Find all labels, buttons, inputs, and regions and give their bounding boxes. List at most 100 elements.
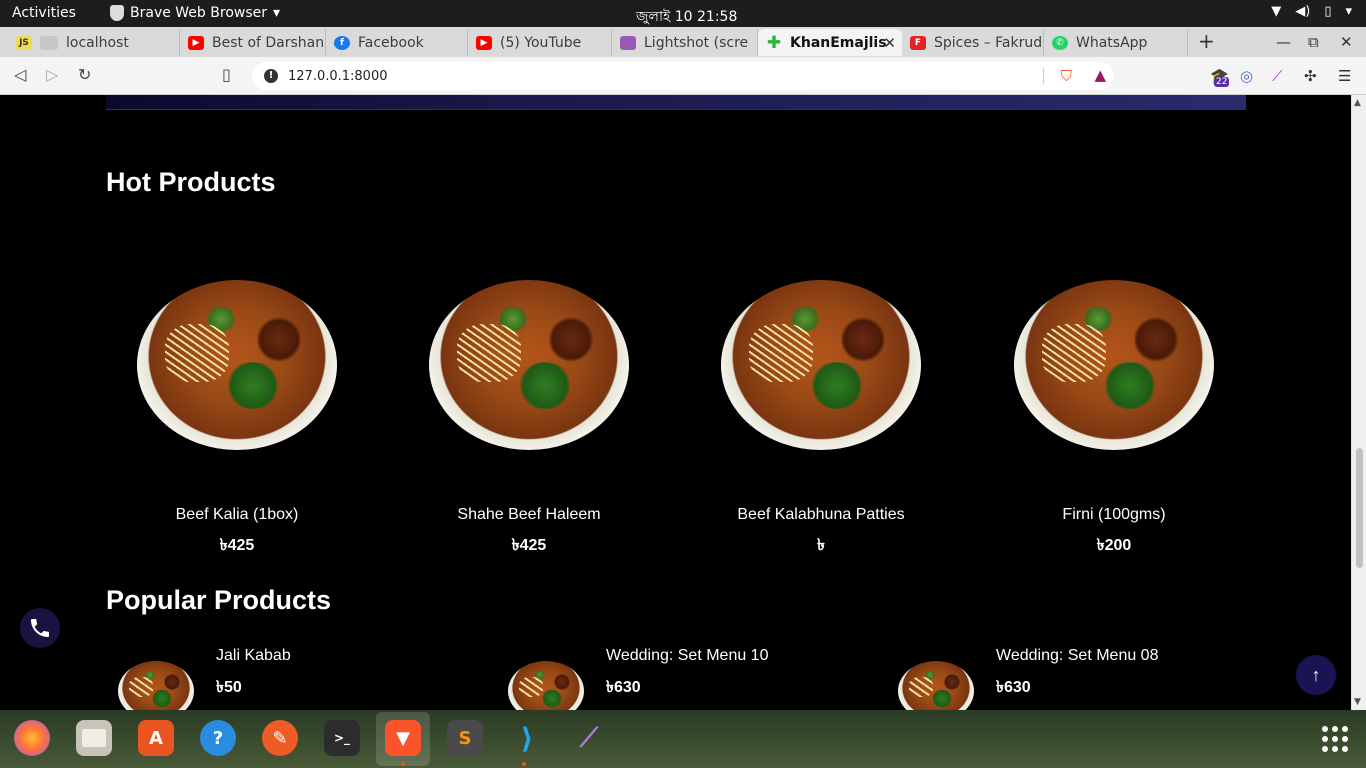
forward-icon[interactable]: ▷ xyxy=(46,65,58,84)
tab-label: localhost xyxy=(66,34,129,51)
youtube-icon: ▶ xyxy=(188,35,204,50)
pen-icon[interactable]: ⟋ xyxy=(1272,67,1283,85)
site-info-icon[interactable]: ! xyxy=(264,69,278,83)
running-indicator xyxy=(401,762,405,766)
tab-spices[interactable]: F Spices – Fakrud xyxy=(902,29,1044,56)
tab-strip: JS localhost ▶ Best of Darshan f Faceboo… xyxy=(0,27,1366,57)
back-to-top-button[interactable]: ↑ xyxy=(1296,655,1336,695)
tab-facebook[interactable]: f Facebook xyxy=(326,29,468,56)
product-name[interactable]: Wedding: Set Menu 10 xyxy=(606,647,768,665)
tab-label: WhatsApp xyxy=(1076,34,1148,51)
url-text[interactable]: 127.0.0.1:8000 xyxy=(288,69,388,84)
product-image[interactable] xyxy=(1014,280,1214,450)
product-name[interactable]: Firni (100gms) xyxy=(983,506,1245,524)
help-icon[interactable]: ? xyxy=(200,720,236,756)
product-price: ৳ xyxy=(817,537,825,554)
rewards-badge: 22 xyxy=(1214,77,1230,87)
volume-icon: ◀) xyxy=(1295,4,1311,19)
software-icon[interactable]: A xyxy=(138,720,174,756)
brave-shields-icon[interactable]: ⛉ xyxy=(1061,67,1072,85)
fakruddin-icon: F xyxy=(910,35,926,50)
brave-lion-icon xyxy=(110,5,124,21)
back-icon[interactable]: ◁ xyxy=(14,65,26,84)
product-card[interactable]: Beef Kalia (1box) ৳425 xyxy=(106,280,368,559)
firefox-icon[interactable] xyxy=(14,720,50,756)
new-tab-icon[interactable]: + xyxy=(1198,29,1215,53)
web-page: Hot Products Beef Kalia (1box) ৳425 Shah… xyxy=(0,95,1351,710)
scrollbar-thumb[interactable] xyxy=(1356,448,1363,568)
phone-icon xyxy=(31,619,49,637)
brave-rewards-icon[interactable]: ▲ xyxy=(1094,66,1106,84)
youtube-icon: ▶ xyxy=(476,35,492,50)
product-price: ৳425 xyxy=(511,537,547,554)
tab-lightshot[interactable]: Lightshot (scre xyxy=(612,29,758,56)
product-card[interactable]: Beef Kalabhuna Patties ৳ xyxy=(690,280,952,559)
reload-icon[interactable]: ↻ xyxy=(78,65,91,84)
address-bar[interactable]: ! 127.0.0.1:8000 ⛉ ▲ xyxy=(252,62,1114,90)
brave-icon[interactable]: ▼ xyxy=(385,720,421,756)
bookmark-icon[interactable]: ▯ xyxy=(222,65,231,84)
tab-whatsapp[interactable]: ✆ WhatsApp xyxy=(1044,29,1188,56)
product-name[interactable]: Beef Kalabhuna Patties xyxy=(690,506,952,524)
product-name[interactable]: Jali Kabab xyxy=(216,647,291,665)
tab-label: Best of Darshan xyxy=(212,34,325,51)
postman-icon[interactable]: ✎ xyxy=(262,720,298,756)
scroll-up-icon[interactable]: ▲ xyxy=(1354,98,1361,108)
popular-product-item[interactable]: Jali Kabab ৳50 xyxy=(106,645,486,710)
tab-best-of-darshan[interactable]: ▶ Best of Darshan xyxy=(180,29,326,56)
browser-toolbar: ◁ ▷ ↻ ▯ ! 127.0.0.1:8000 ⛉ ▲ 🎓 22 ◎ ⟋ ✣ … xyxy=(0,57,1366,95)
product-card[interactable]: Shahe Beef Haleem ৳425 xyxy=(398,280,660,559)
product-image[interactable] xyxy=(508,661,584,710)
plus-cross-icon: ✚ xyxy=(766,32,782,53)
apps-grid-icon[interactable] xyxy=(1322,726,1348,752)
product-price: ৳630 xyxy=(606,679,641,696)
tab-youtube[interactable]: ▶ (5) YouTube xyxy=(468,29,612,56)
whatsapp-icon: ✆ xyxy=(1052,35,1068,50)
dropdown-arrow-icon: ▾ xyxy=(1345,4,1352,19)
product-name[interactable]: Wedding: Set Menu 08 xyxy=(996,647,1158,665)
system-tray[interactable]: ▼ ◀) ▯ ▾ xyxy=(1271,4,1352,19)
puzzle-extensions-icon[interactable]: ✣ xyxy=(1304,67,1317,85)
product-price: ৳50 xyxy=(216,679,242,696)
product-card[interactable]: Firni (100gms) ৳200 xyxy=(983,280,1245,559)
product-image[interactable] xyxy=(898,661,974,710)
page-scrollbar[interactable]: ▲ ▼ xyxy=(1351,95,1366,710)
vscode-icon[interactable]: ⟩ xyxy=(509,720,545,756)
scroll-down-icon[interactable]: ▼ xyxy=(1354,697,1361,707)
product-image[interactable] xyxy=(137,280,337,450)
hot-products-title: Hot Products xyxy=(106,167,276,197)
terminal-icon[interactable]: >_ xyxy=(324,720,360,756)
phpmyadmin-icon xyxy=(40,35,58,50)
tab-khanemajlis[interactable]: ✚ KhanEmajlis ✕ xyxy=(758,29,902,56)
popular-product-item[interactable]: Wedding: Set Menu 10 ৳630 xyxy=(496,645,876,710)
popular-product-item[interactable]: Wedding: Set Menu 08 ৳630 xyxy=(886,645,1266,710)
restore-icon[interactable]: ⧉ xyxy=(1308,33,1319,51)
menu-icon[interactable]: ☰ xyxy=(1338,67,1351,85)
product-name[interactable]: Beef Kalia (1box) xyxy=(106,506,368,524)
files-icon[interactable] xyxy=(76,720,112,756)
sublime-icon[interactable]: S xyxy=(447,720,483,756)
product-price: ৳425 xyxy=(219,537,255,554)
app-menu[interactable]: Brave Web Browser ▾ xyxy=(110,5,280,21)
product-image[interactable] xyxy=(721,280,921,450)
divider xyxy=(1043,68,1044,84)
tab-label: KhanEmajlis xyxy=(790,34,887,51)
extension-icon[interactable]: ◎ xyxy=(1240,67,1253,85)
product-name[interactable]: Shahe Beef Haleem xyxy=(398,506,660,524)
close-window-icon[interactable]: ✕ xyxy=(1340,33,1353,51)
clock[interactable]: জুলাই 10 21:58 xyxy=(636,5,737,29)
facebook-icon: f xyxy=(334,35,350,50)
call-button[interactable] xyxy=(20,608,60,648)
feather-icon[interactable]: ⟋ xyxy=(571,720,607,756)
tab-localhost[interactable]: JS localhost xyxy=(8,29,180,56)
dropdown-arrow-icon: ▾ xyxy=(273,5,281,21)
minimize-icon[interactable]: — xyxy=(1276,33,1291,51)
product-image[interactable] xyxy=(429,280,629,450)
popular-products-title: Popular Products xyxy=(106,585,332,615)
tab-label: Facebook xyxy=(358,34,424,51)
product-price: ৳200 xyxy=(1096,537,1132,554)
ubuntu-dock: A ? ✎ >_ ▼ S ⟩ ⟋ xyxy=(0,710,1366,768)
close-tab-icon[interactable]: ✕ xyxy=(883,34,896,52)
activities-button[interactable]: Activities xyxy=(12,5,76,21)
product-image[interactable] xyxy=(118,661,194,710)
